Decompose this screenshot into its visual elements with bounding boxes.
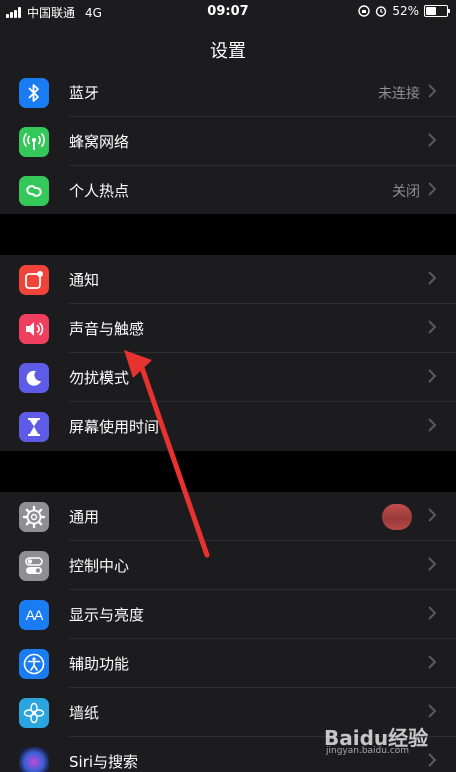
chevron-right-icon: [428, 557, 437, 571]
chevron-right-icon: [428, 704, 437, 718]
settings-row-value: 关闭: [392, 184, 420, 200]
settings-row-bluetooth[interactable]: 蓝牙 未连接: [0, 68, 456, 117]
chevron-right-icon: [428, 320, 437, 334]
settings-row-general[interactable]: 通用: [0, 492, 456, 541]
watermark-url: jingyan.baidu.com: [326, 746, 410, 756]
chevron-right-icon: [428, 271, 437, 285]
settings-row-label: 个人热点: [69, 182, 130, 200]
settings-row-label: 显示与亮度: [69, 606, 145, 624]
chevron-right-icon: [428, 84, 437, 98]
hourglass-icon: [19, 412, 49, 442]
battery-level: [426, 7, 437, 15]
settings-row-label: 通用: [69, 508, 100, 526]
settings-row-accessibility[interactable]: 辅助功能: [0, 639, 456, 688]
chevron-right-icon: [428, 508, 437, 522]
settings-row-label: 蓝牙: [69, 84, 100, 102]
baidu-watermark: Baidu经验 jingyan.baidu.com: [316, 720, 446, 764]
settings-row-notifications[interactable]: 通知: [0, 255, 456, 304]
moon-icon: [19, 363, 49, 393]
text-size-icon-label: AA: [25, 607, 44, 623]
chevron-right-icon: [428, 418, 437, 432]
settings-row-label: 勿扰模式: [69, 369, 130, 387]
text-size-icon: AA: [19, 600, 49, 630]
status-bar: 中国联通 4G 09:07 52%: [0, 0, 456, 26]
redaction-blob: [382, 504, 412, 530]
settings-row-do-not-disturb[interactable]: 勿扰模式: [0, 353, 456, 402]
toggles-icon: [19, 551, 49, 581]
antenna-icon: [19, 127, 49, 157]
settings-row-label: 墙纸: [69, 704, 100, 722]
settings-group-notifications: 通知 声音与触感 勿扰模式 屏幕使用时间: [0, 255, 456, 451]
settings-row-label: 蜂窝网络: [69, 133, 130, 151]
chevron-right-icon: [428, 606, 437, 620]
battery-percent: 52%: [392, 4, 419, 18]
chevron-right-icon: [428, 369, 437, 383]
gear-icon: [19, 502, 49, 532]
settings-row-label: Siri与搜索: [69, 753, 139, 771]
page-title: 设置: [210, 41, 246, 62]
chevron-right-icon: [428, 133, 437, 147]
settings-row-value: 未连接: [378, 86, 420, 102]
accessibility-icon: [19, 649, 49, 679]
bluetooth-icon: [19, 78, 49, 108]
chevron-right-icon: [428, 182, 437, 196]
settings-group-connectivity: 蓝牙 未连接 蜂窝网络 个人热点 关闭: [0, 68, 456, 214]
settings-row-control-center[interactable]: 控制中心: [0, 541, 456, 590]
settings-row-label: 声音与触感: [69, 320, 145, 338]
siri-icon: [19, 747, 49, 772]
settings-row-cellular[interactable]: 蜂窝网络: [0, 117, 456, 166]
hotspot-link-icon: [19, 176, 49, 206]
chevron-right-icon: [428, 655, 437, 669]
speaker-icon: [19, 314, 49, 344]
alarm-icon: [376, 6, 387, 17]
navigation-bar: 设置: [0, 26, 456, 72]
battery-icon: [424, 5, 450, 17]
settings-row-screen-time[interactable]: 屏幕使用时间: [0, 402, 456, 451]
orientation-lock-icon: [358, 5, 371, 17]
settings-screen: 中国联通 4G 09:07 52% 设置 蓝牙 未连接 蜂窝网络 个人热点 关闭…: [0, 0, 456, 772]
settings-row-display[interactable]: AA 显示与亮度: [0, 590, 456, 639]
settings-row-label: 辅助功能: [69, 655, 130, 673]
notification-icon: [19, 265, 49, 295]
settings-row-label: 通知: [69, 271, 100, 289]
settings-row-sounds[interactable]: 声音与触感: [0, 304, 456, 353]
settings-row-label: 控制中心: [69, 557, 130, 575]
settings-row-hotspot[interactable]: 个人热点 关闭: [0, 166, 456, 215]
flower-icon: [19, 698, 49, 728]
settings-row-label: 屏幕使用时间: [69, 418, 160, 436]
